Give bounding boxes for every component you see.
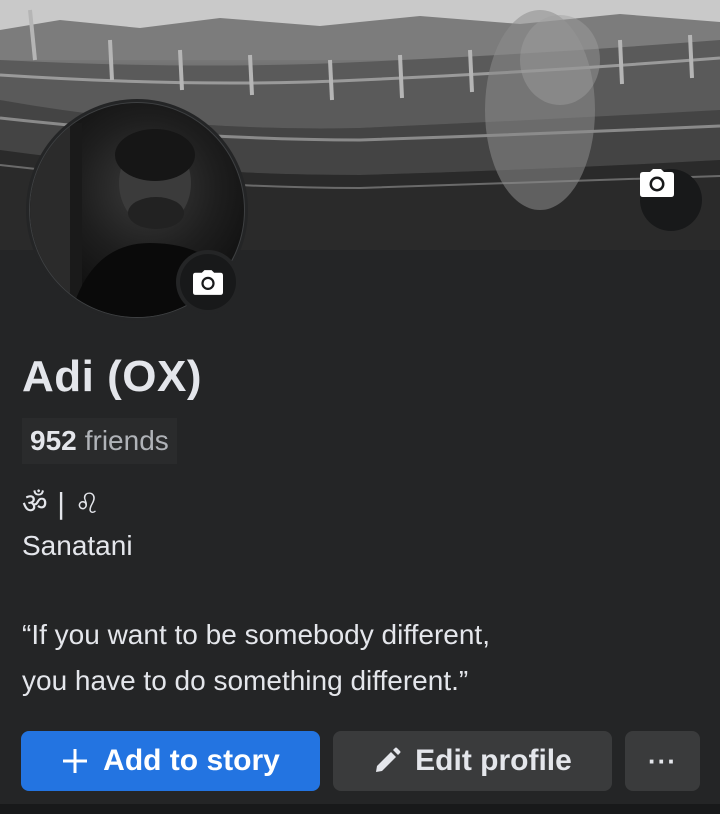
add-to-story-label: Add to story: [103, 744, 280, 777]
edit-profile-button[interactable]: Edit profile: [333, 731, 612, 791]
section-divider: [0, 804, 720, 814]
profile-name: Adi (OX): [22, 352, 202, 401]
bio-symbols: ॐ | ♌: [22, 487, 100, 520]
friends-label: friends: [84, 425, 169, 456]
friends-count-link[interactable]: 952 friends: [22, 418, 177, 464]
pencil-icon: [373, 747, 401, 775]
friends-count: 952: [30, 425, 77, 456]
avatar-camera-button[interactable]: [176, 250, 240, 314]
camera-icon: [193, 269, 223, 295]
camera-icon: [640, 169, 674, 197]
more-dots-icon: ···: [648, 745, 677, 776]
cover-camera-button[interactable]: [640, 169, 702, 231]
plus-icon: [61, 747, 89, 775]
bio-text: Sanatani: [22, 530, 133, 561]
add-to-story-button[interactable]: Add to story: [21, 731, 320, 791]
edit-profile-label: Edit profile: [415, 744, 572, 777]
bio-quote-line2: you have to do something different.”: [22, 665, 469, 696]
bio-quote-line1: “If you want to be somebody different,: [22, 619, 490, 650]
more-options-button[interactable]: ···: [625, 731, 700, 791]
